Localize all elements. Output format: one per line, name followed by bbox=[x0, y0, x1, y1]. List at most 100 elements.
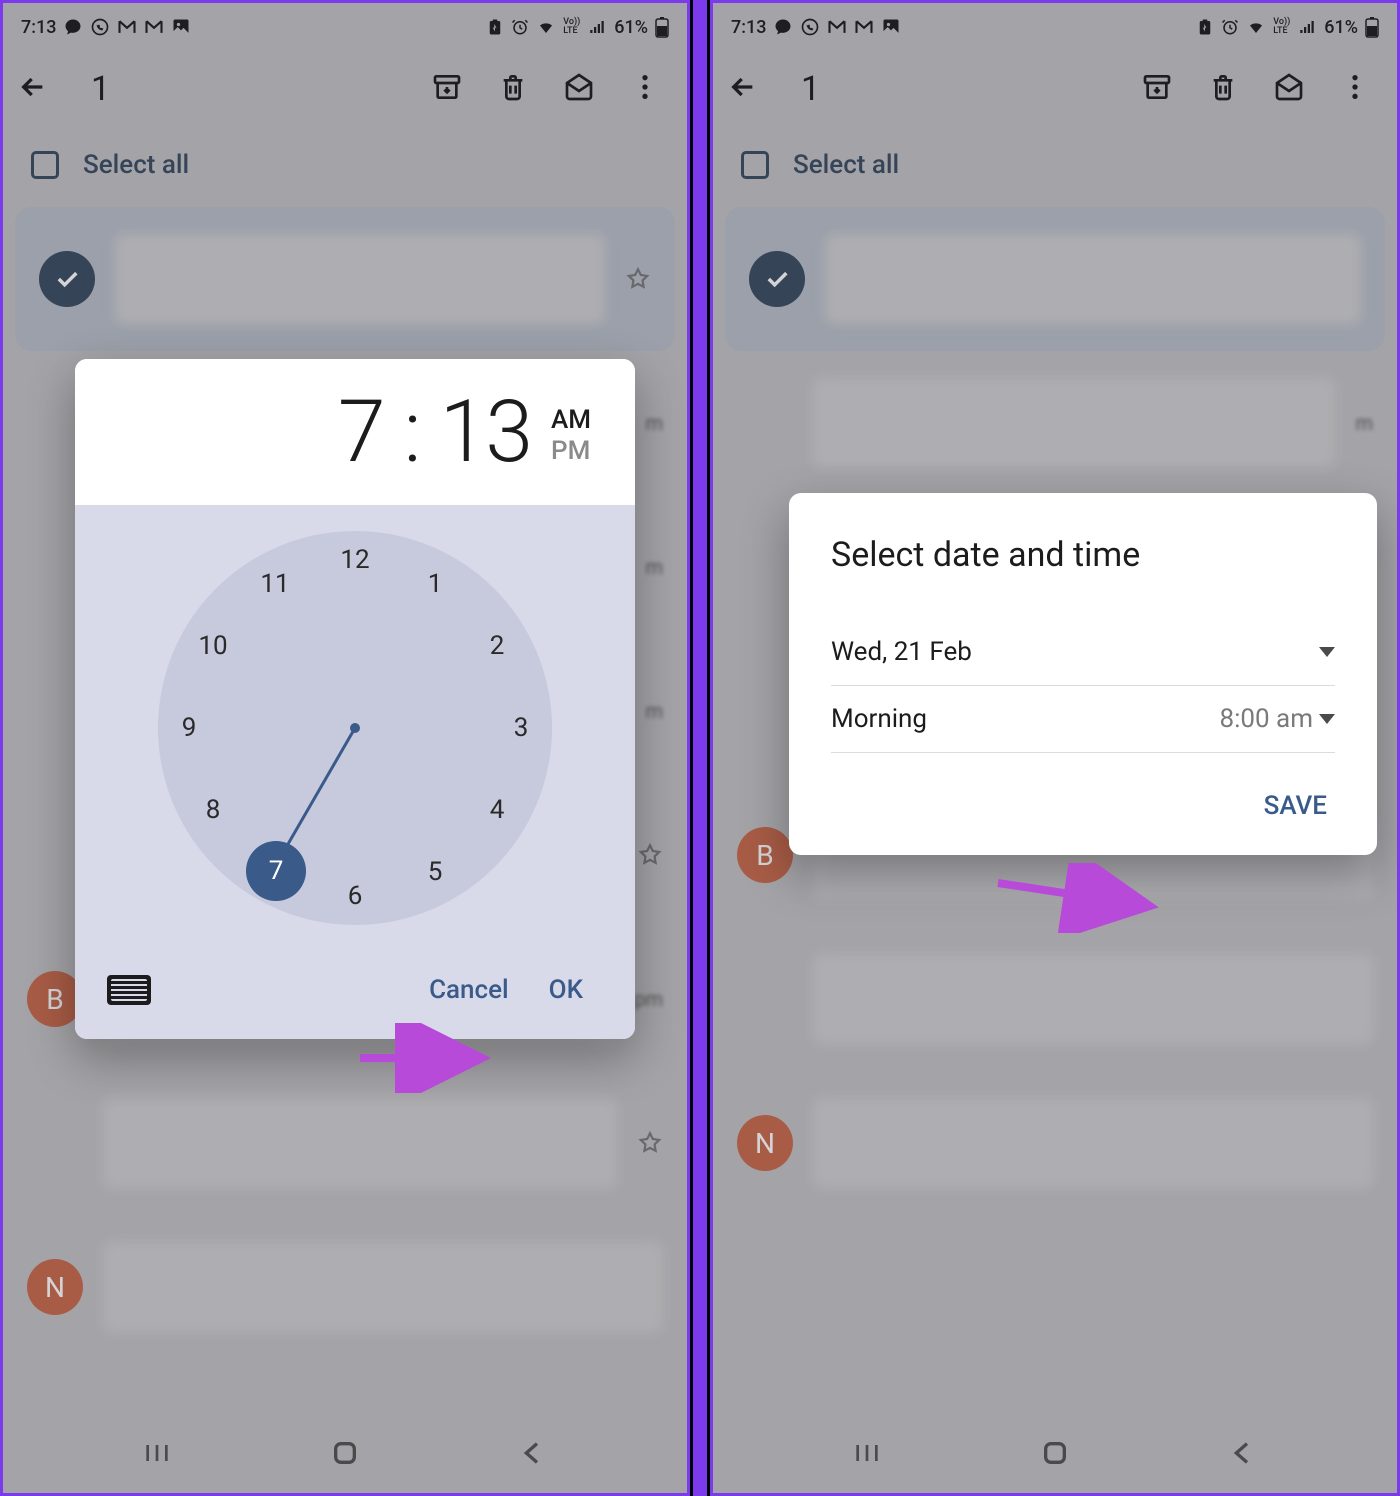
chat-bubble-icon bbox=[63, 17, 83, 37]
delete-button[interactable] bbox=[1207, 71, 1239, 107]
dialog-title: Select date and time bbox=[831, 535, 1335, 575]
time-picker-dialog: 7 : 13 AM PM 12 1 2 3 4 5 6 7 8 9 1 bbox=[75, 359, 635, 1039]
select-all-label: Select all bbox=[793, 150, 899, 180]
time-display: 7 : 13 AM PM bbox=[75, 359, 635, 505]
ok-button[interactable]: OK bbox=[529, 969, 603, 1011]
email-item[interactable] bbox=[713, 927, 1397, 1071]
email-item[interactable]: m bbox=[713, 351, 1397, 495]
hour-12[interactable]: 12 bbox=[332, 537, 378, 583]
recents-button[interactable] bbox=[851, 1437, 883, 1473]
am-toggle[interactable]: AM bbox=[551, 405, 591, 436]
home-button[interactable] bbox=[329, 1437, 361, 1473]
status-bar: 7:13 Vo))LTE 61% bbox=[713, 3, 1397, 51]
hour-9[interactable]: 9 bbox=[166, 705, 212, 751]
chat-bubble-icon bbox=[773, 17, 793, 37]
mark-read-button[interactable] bbox=[563, 71, 595, 107]
volte-icon: Vo))LTE bbox=[1273, 18, 1290, 36]
nav-bar bbox=[3, 1417, 687, 1493]
hour-1[interactable]: 1 bbox=[412, 561, 458, 607]
avatar-n: N bbox=[737, 1115, 793, 1171]
battery-text: 61% bbox=[614, 17, 648, 38]
date-row[interactable]: Wed, 21 Feb bbox=[831, 619, 1335, 686]
hour-2[interactable]: 2 bbox=[474, 623, 520, 669]
gmail-m-icon bbox=[117, 17, 137, 37]
preset-time: 8:00 am bbox=[1219, 704, 1313, 734]
mark-read-button[interactable] bbox=[1273, 71, 1305, 107]
select-all-checkbox[interactable] bbox=[31, 151, 59, 179]
selected-check-icon bbox=[749, 251, 805, 307]
select-all-row[interactable]: Select all bbox=[713, 127, 1397, 203]
datetime-dialog: Select date and time Wed, 21 Feb Morning… bbox=[789, 493, 1377, 855]
hour-11[interactable]: 11 bbox=[252, 561, 298, 607]
select-all-checkbox[interactable] bbox=[741, 151, 769, 179]
select-all-label: Select all bbox=[83, 150, 189, 180]
pm-toggle[interactable]: PM bbox=[551, 436, 591, 467]
nav-back-button[interactable] bbox=[517, 1437, 549, 1473]
wifi-icon bbox=[536, 18, 556, 36]
phone-right: 7:13 Vo))LTE 61% 1 Select all bbox=[710, 0, 1400, 1496]
select-all-row[interactable]: Select all bbox=[3, 127, 687, 203]
hour-7-selected[interactable]: 7 bbox=[246, 841, 306, 901]
overflow-button[interactable] bbox=[1339, 71, 1371, 107]
nav-bar bbox=[713, 1417, 1397, 1493]
time-suffix: m bbox=[645, 411, 663, 435]
status-bar: 7:13 bbox=[3, 3, 687, 51]
chevron-down-icon bbox=[1319, 714, 1335, 724]
photos-icon bbox=[881, 17, 901, 37]
archive-button[interactable] bbox=[1141, 71, 1173, 107]
phone-left: 7:13 bbox=[0, 0, 690, 1496]
time-preset-row[interactable]: Morning 8:00 am bbox=[831, 686, 1335, 753]
wifi-icon bbox=[1246, 18, 1266, 36]
hour-10[interactable]: 10 bbox=[190, 623, 236, 669]
battery-saver-icon bbox=[486, 18, 504, 36]
email-item[interactable]: N bbox=[713, 1071, 1397, 1215]
time-suffix: m bbox=[645, 555, 663, 579]
photos-icon bbox=[171, 17, 191, 37]
avatar-n: N bbox=[27, 1259, 83, 1315]
back-button[interactable] bbox=[17, 71, 49, 107]
minute-value[interactable]: 13 bbox=[440, 389, 531, 475]
time-pm: pm bbox=[634, 987, 663, 1011]
recents-button[interactable] bbox=[141, 1437, 173, 1473]
keyboard-toggle-icon[interactable] bbox=[107, 975, 151, 1005]
signal-icon bbox=[1297, 18, 1317, 36]
battery-text: 61% bbox=[1324, 17, 1358, 38]
cancel-button[interactable]: Cancel bbox=[409, 969, 529, 1011]
volte-icon: Vo))LTE bbox=[563, 18, 580, 36]
hour-8[interactable]: 8 bbox=[190, 787, 236, 833]
star-icon[interactable] bbox=[637, 1130, 663, 1156]
clock-face[interactable]: 12 1 2 3 4 5 6 7 8 9 10 11 bbox=[158, 531, 552, 925]
overflow-button[interactable] bbox=[629, 71, 661, 107]
star-icon[interactable] bbox=[637, 842, 663, 868]
preset-label: Morning bbox=[831, 704, 927, 734]
hour-value[interactable]: 7 bbox=[338, 389, 384, 475]
email-item[interactable] bbox=[3, 1071, 687, 1215]
hour-6[interactable]: 6 bbox=[332, 873, 378, 919]
date-label: Wed, 21 Feb bbox=[831, 637, 972, 667]
time-suffix: m bbox=[645, 699, 663, 723]
hour-5[interactable]: 5 bbox=[412, 849, 458, 895]
gmail-m-icon-2 bbox=[854, 17, 874, 37]
star-icon[interactable] bbox=[625, 266, 651, 292]
home-button[interactable] bbox=[1039, 1437, 1071, 1473]
app-bar: 1 bbox=[713, 51, 1397, 127]
alarm-icon bbox=[511, 18, 529, 36]
back-button[interactable] bbox=[727, 71, 759, 107]
app-bar: 1 bbox=[3, 51, 687, 127]
status-time: 7:13 bbox=[731, 17, 766, 38]
battery-icon bbox=[1365, 16, 1379, 38]
delete-button[interactable] bbox=[497, 71, 529, 107]
hour-3[interactable]: 3 bbox=[498, 705, 544, 751]
signal-icon bbox=[587, 18, 607, 36]
alarm-icon bbox=[1221, 18, 1239, 36]
save-button[interactable]: SAVE bbox=[831, 791, 1335, 821]
email-item-selected[interactable] bbox=[725, 207, 1385, 351]
hour-4[interactable]: 4 bbox=[474, 787, 520, 833]
email-item-selected[interactable] bbox=[15, 207, 675, 351]
nav-back-button[interactable] bbox=[1227, 1437, 1259, 1473]
archive-button[interactable] bbox=[431, 71, 463, 107]
whatsapp-icon bbox=[800, 17, 820, 37]
battery-icon bbox=[655, 16, 669, 38]
whatsapp-icon bbox=[90, 17, 110, 37]
email-item[interactable]: N bbox=[3, 1215, 687, 1359]
